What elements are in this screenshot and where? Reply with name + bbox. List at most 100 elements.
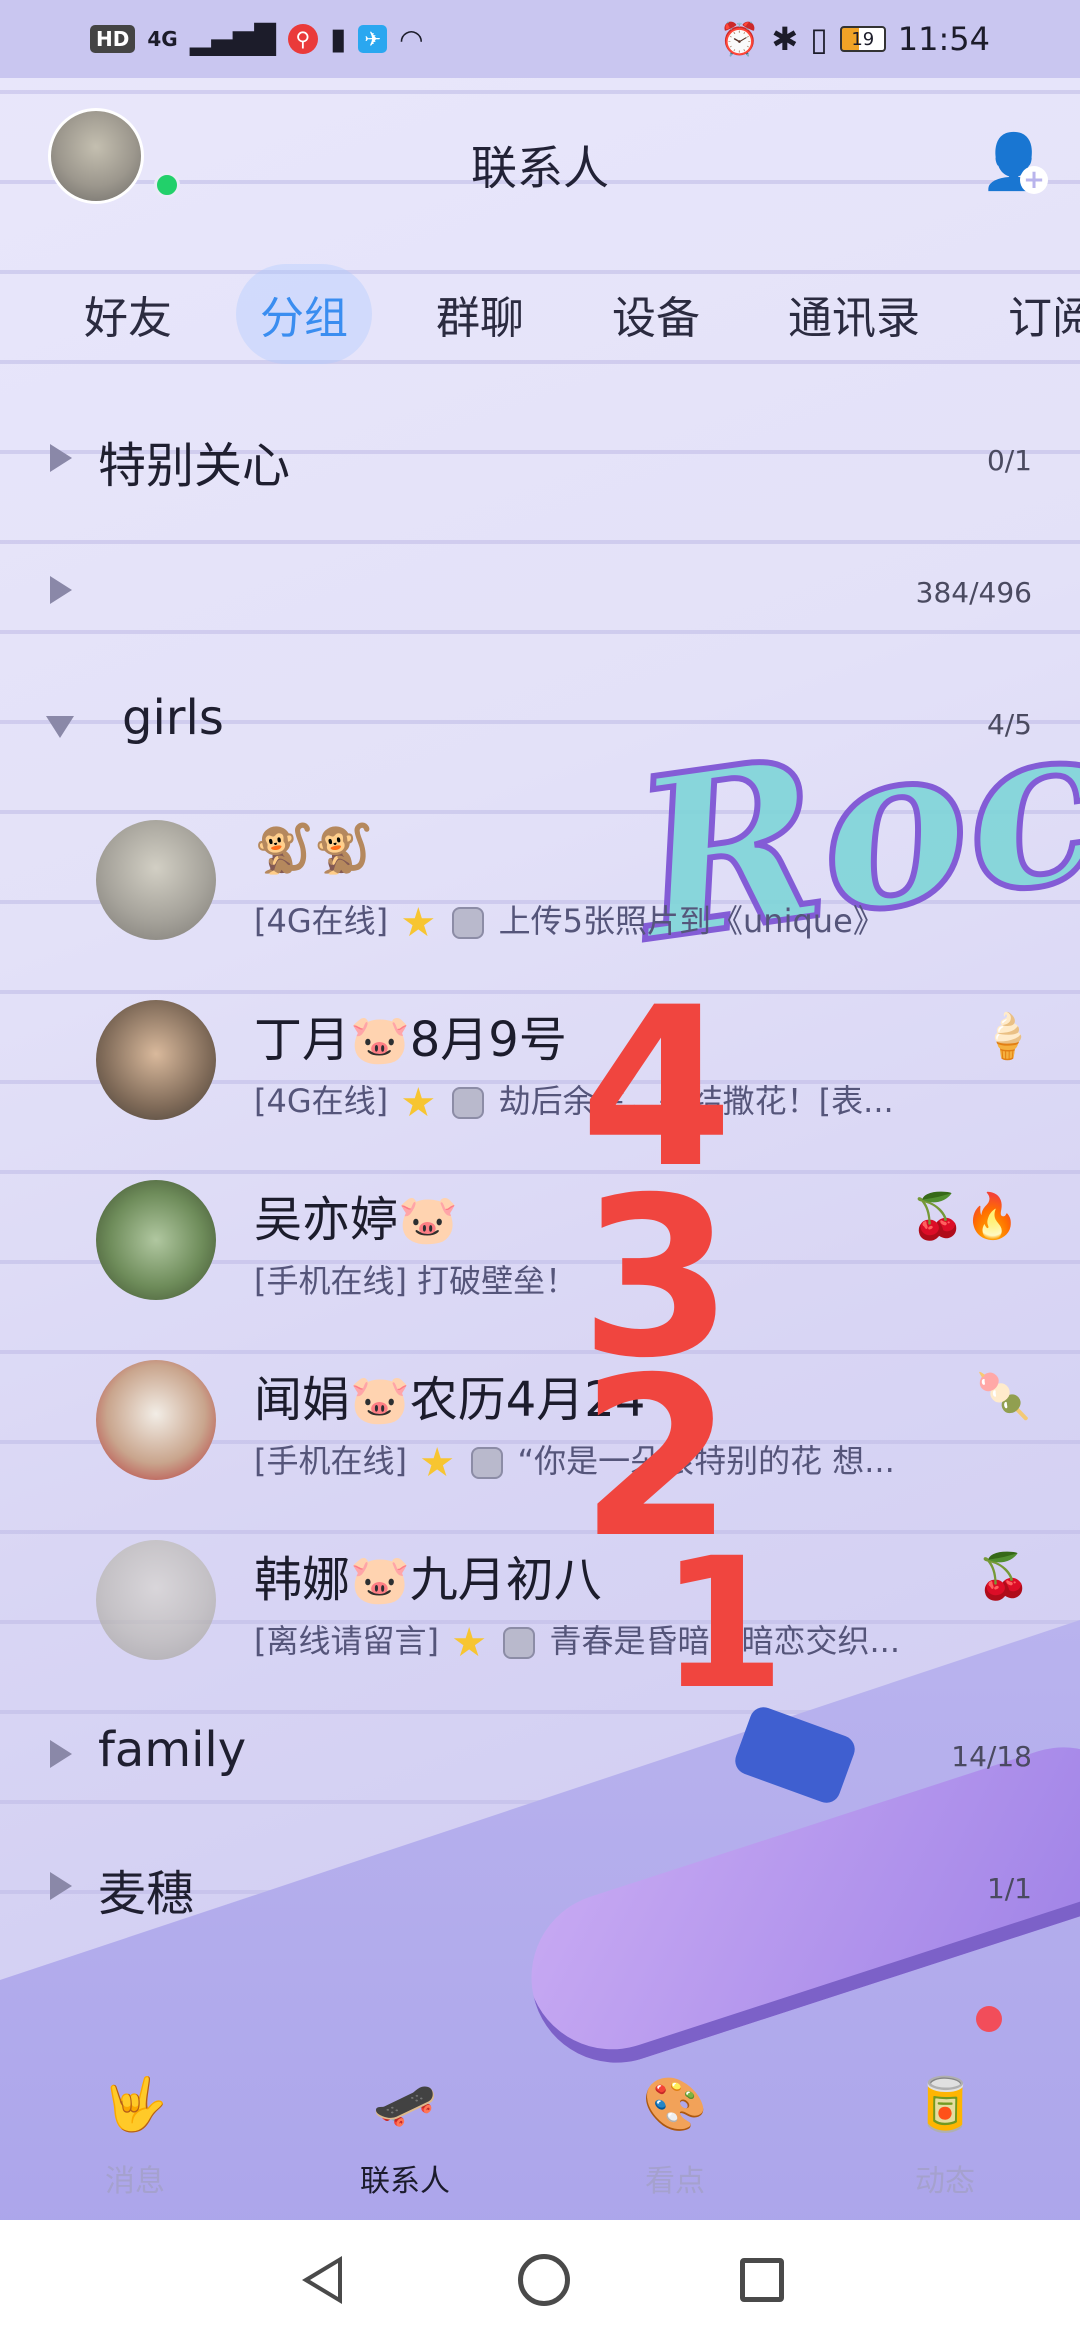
contact-avatar [96,1540,216,1660]
group-name: 特别关心 [98,438,291,494]
battery-icon: 19 [839,26,886,52]
clock: 11:54 [897,20,990,58]
tab-devices[interactable]: 设备 [588,264,724,364]
network-label: 4G [147,27,178,51]
contact-row[interactable]: 丁月🐷8月9号 [4G在线] 劫后余生，完结撒花！[表... 🍦 [0,980,1080,1160]
online-status: [4G在线] [254,902,389,940]
collapsed-arrow-icon [50,1740,72,1768]
home-button[interactable] [518,2254,570,2306]
contact-status: [手机在线] “你是一朵很特别的花 想... [254,1436,895,1482]
group-row-girls[interactable]: girls 4/5 [0,664,1080,784]
nav-contacts[interactable]: 🛹 联系人 [270,2040,540,2220]
contact-avatar [96,1000,216,1120]
star-icon [402,907,434,937]
hd-icon: HD [90,25,136,53]
group-count: 14/18 [951,1740,1032,1773]
back-button[interactable] [296,2254,348,2306]
collapsed-arrow-icon [50,1872,72,1900]
tab-groups[interactable]: 分组 [236,264,372,364]
group-row-special[interactable]: 特别关心 0/1 [0,400,1080,520]
contact-name: 🐒🐒 [254,821,374,877]
contact-name: 吴亦婷🐷 [254,1192,458,1248]
online-status: [4G在线] [254,1082,389,1120]
group-name: family [98,1722,247,1778]
popsicle-icon: 🍡 [976,1371,1031,1422]
contact-name: 韩娜🐷九月初八 [254,1552,602,1608]
alarm-icon: ⏰ [719,20,760,58]
system-nav-bar [0,2220,1080,2340]
online-status: [离线请留言] [254,1622,439,1660]
contact-status: [离线请留言] 青春是昏暗与暗恋交织... [254,1616,900,1662]
bottom-nav: 🤟 消息 🛹 联系人 🎨 看点 🥫 动态 [0,2040,1080,2220]
tab-subscriptions[interactable]: 订阅 [984,264,1080,364]
contact-avatar [96,1360,216,1480]
nav-messages[interactable]: 🤟 消息 [0,2040,270,2220]
group-count: 4/5 [986,708,1032,741]
search-app-icon: ⚲ [287,24,318,54]
nav-feed[interactable]: 🥫 动态 [810,2040,1080,2220]
group-count: 1/1 [986,1872,1032,1905]
recent-apps-button[interactable] [740,2258,784,2302]
group-count: 384/496 [915,576,1032,609]
tab-friends[interactable]: 好友 [60,264,196,364]
scribble-1: 1 [660,1520,786,1729]
status-bar: HD 4G ▂▄▆█ ⚲ ▮ ✈ ◠ ⏰ ✱ ▯ 19 11:54 [0,0,1080,78]
photo-icon [471,1447,504,1479]
photo-icon [452,1087,485,1119]
wifi-icon: ◠ [399,22,424,56]
group-row-unnamed[interactable]: 384/496 [0,532,1080,652]
bluetooth-icon: ✱ [771,20,799,58]
contact-name: 丁月🐷8月9号 [254,1012,567,1068]
add-contact-button[interactable]: 👤 + [980,130,1048,194]
group-count: 0/1 [986,444,1032,477]
notification-dot [976,2006,1002,2032]
header: 联系人 👤 + [0,100,1080,230]
plus-icon: + [1020,166,1048,194]
latest-activity: 上传5张照片到《unique》 [498,902,885,940]
ice-cream-icon: 🍦 [980,1011,1035,1062]
collapsed-arrow-icon [50,444,72,472]
tab-group-chats[interactable]: 群聊 [412,264,548,364]
group-name: girls [122,690,224,746]
contact-row[interactable]: 闻娟🐷农历4月24 [手机在线] “你是一朵很特别的花 想... 🍡 [0,1340,1080,1520]
cherry-fire-icon: 🍒🔥 [910,1191,1020,1242]
nav-label: 联系人 [360,2164,450,2199]
page-title: 联系人 [471,141,609,195]
nav-label: 消息 [105,2164,165,2199]
contact-status: [4G在线] 劫后余生，完结撒花！[表... [254,1076,894,1122]
star-icon [421,1447,453,1477]
star-icon [402,1087,434,1117]
contact-avatar [96,1180,216,1300]
hand-icon: 🤟 [102,2075,168,2135]
expanded-arrow-icon [46,716,74,738]
nav-label: 动态 [915,2164,975,2199]
online-status: [手机在线] [254,1262,407,1300]
app-notification-icon: ✈ [358,25,388,53]
photo-icon [452,907,485,939]
skateboard-icon: 🛹 [372,2075,438,2135]
contact-status: [4G在线] 上传5张照片到《unique》 [254,896,885,942]
can-icon: 🥫 [912,2075,978,2135]
tab-address-book[interactable]: 通讯录 [764,264,944,364]
online-status: [手机在线] [254,1442,407,1480]
signal-icon: ▂▄▆█ [189,22,276,56]
back-icon [302,2256,342,2304]
battery-small-icon: ▮ [329,21,347,57]
contact-row[interactable]: 🐒🐒 [4G在线] 上传5张照片到《unique》 [0,800,1080,980]
contact-status: [手机在线] 打破壁垒！ [254,1256,577,1302]
collapsed-arrow-icon [50,576,72,604]
spray-icon: 🎨 [642,2075,708,2135]
group-name: 麦穗 [98,1866,195,1922]
contact-row[interactable]: 吴亦婷🐷 [手机在线] 打破壁垒！ 🍒🔥 [0,1160,1080,1340]
group-row-maisui[interactable]: 麦穗 1/1 [0,1828,1080,1948]
nav-label: 看点 [645,2164,705,2199]
group-row-family[interactable]: family 14/18 [0,1696,1080,1816]
contact-row[interactable]: 韩娜🐷九月初八 [离线请留言] 青春是昏暗与暗恋交织... 🍒 [0,1520,1080,1700]
tab-bar: 好友 分组 群聊 设备 通讯录 订阅 [60,264,1080,364]
star-icon [453,1627,485,1657]
nav-discover[interactable]: 🎨 看点 [540,2040,810,2220]
photo-icon [503,1627,536,1659]
latest-activity: 打破壁垒！ [417,1262,578,1300]
vibrate-icon: ▯ [810,20,828,58]
cherry-icon: 🍒 [976,1551,1031,1602]
